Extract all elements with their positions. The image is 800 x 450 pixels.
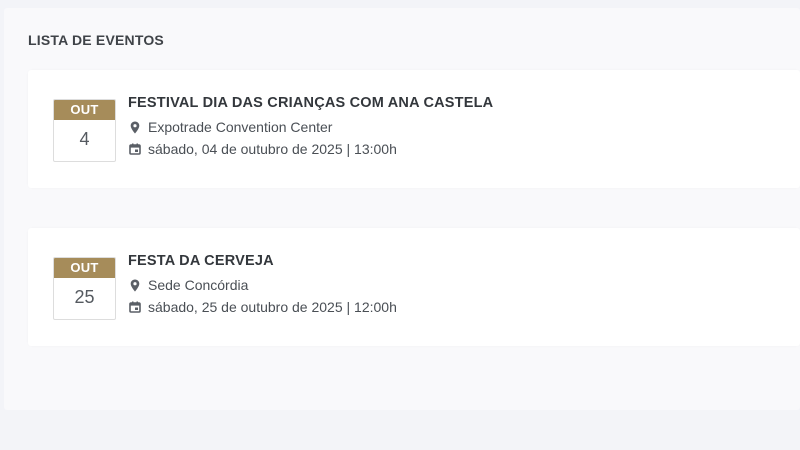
event-card[interactable]: OUT 25 FESTA DA CERVEJA Sede Concórdia s… [28,228,800,346]
event-info: FESTIVAL DIA DAS CRIANÇAS COM ANA CASTEL… [128,94,780,160]
section-title: LISTA DE EVENTOS [28,32,164,48]
date-month: OUT [54,258,115,278]
event-datetime: sábado, 04 de outubro de 2025 | 13:00h [128,138,780,160]
event-datetime-text: sábado, 04 de outubro de 2025 | 13:00h [148,141,397,157]
event-title[interactable]: FESTA DA CERVEJA [128,252,780,274]
events-panel: LISTA DE EVENTOS OUT 4 FESTIVAL DIA DAS … [4,8,800,410]
event-location: Sede Concórdia [128,274,780,296]
date-day: 4 [79,129,90,149]
map-marker-icon [128,278,142,292]
calendar-icon [128,300,142,314]
event-location-text: Expotrade Convention Center [148,119,333,135]
event-info: FESTA DA CERVEJA Sede Concórdia sábado, … [128,252,780,318]
event-title[interactable]: FESTIVAL DIA DAS CRIANÇAS COM ANA CASTEL… [128,94,780,116]
calendar-icon [128,142,142,156]
event-datetime-text: sábado, 25 de outubro de 2025 | 12:00h [148,299,397,315]
date-month: OUT [54,100,115,120]
date-day: 25 [74,287,95,307]
date-badge: OUT 4 [53,99,116,162]
date-badge: OUT 25 [53,257,116,320]
event-location-text: Sede Concórdia [148,277,249,293]
event-location: Expotrade Convention Center [128,116,780,138]
event-datetime: sábado, 25 de outubro de 2025 | 12:00h [128,296,780,318]
map-marker-icon [128,120,142,134]
event-card[interactable]: OUT 4 FESTIVAL DIA DAS CRIANÇAS COM ANA … [28,70,800,188]
